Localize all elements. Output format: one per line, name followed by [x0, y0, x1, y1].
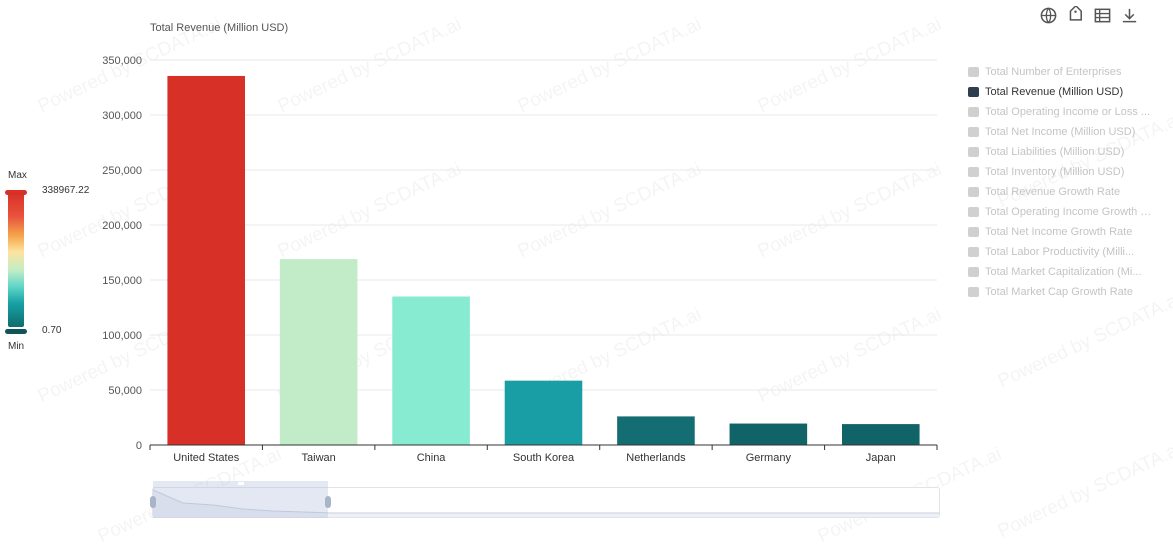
legend-label: Total Operating Income or Loss ...	[985, 106, 1151, 118]
legend-label: Total Net Income Growth Rate	[985, 226, 1133, 238]
x-tick-label: Japan	[866, 452, 896, 464]
download-icon[interactable]	[1120, 6, 1139, 25]
legend-swatch	[968, 187, 979, 197]
data-view-icon[interactable]	[1093, 6, 1112, 25]
bar[interactable]	[841, 424, 920, 445]
bar[interactable]	[167, 75, 246, 445]
y-tick-label: 300,000	[102, 110, 142, 122]
legend-swatch	[968, 107, 979, 117]
legend-label: Total Revenue Growth Rate	[985, 186, 1121, 198]
bar[interactable]	[729, 423, 808, 445]
tag-icon[interactable]	[1066, 4, 1085, 25]
bar-chart: 050,000100,000150,000200,000250,000300,0…	[102, 55, 938, 464]
y-tick-label: 0	[136, 440, 142, 452]
legend-swatch	[968, 147, 979, 157]
legend-label: Total Number of Enterprises	[985, 66, 1122, 78]
data-zoom-left-handle[interactable]	[150, 496, 156, 508]
x-axis: United States Taiwan China South Korea Nethe…	[149, 444, 938, 464]
visual-map-min-handle[interactable]	[5, 329, 27, 334]
legend-swatch	[968, 267, 979, 277]
chart-toolbar	[1039, 4, 1139, 25]
visual-map-max-handle[interactable]	[5, 190, 27, 195]
legend-label: Total Inventory (Million USD)	[985, 166, 1125, 178]
y-tick-label: 350,000	[102, 55, 142, 67]
visual-map-min-label: Min	[8, 341, 25, 352]
visual-map-max-label: Max	[8, 170, 27, 181]
visual-map-max-value: 338967.22	[42, 185, 90, 196]
y-tick-label: 50,000	[108, 385, 142, 397]
legend-swatch	[968, 207, 979, 217]
globe-icon[interactable]	[1039, 6, 1058, 25]
bar[interactable]	[279, 259, 358, 445]
legend-swatch	[968, 167, 979, 177]
x-tick-label: Taiwan	[302, 452, 336, 464]
x-tick-label: Netherlands	[626, 452, 686, 464]
legend-item[interactable]: Total Market Cap Growth Rate	[968, 282, 1168, 302]
watermark: Powered by SCDATA.ai	[995, 289, 1173, 393]
legend-item[interactable]: Total Revenue (Million USD)	[968, 82, 1168, 102]
legend-swatch	[968, 67, 979, 77]
bar[interactable]	[617, 416, 695, 445]
legend-item[interactable]: Total Operating Income or Loss ...	[968, 102, 1168, 122]
data-zoom-grip[interactable]	[238, 482, 244, 485]
x-tick-label: China	[417, 452, 447, 464]
legend-swatch	[968, 227, 979, 237]
legend-label: Total Market Cap Growth Rate	[985, 286, 1133, 298]
grid-lines	[150, 59, 937, 391]
x-tick-label: United States	[173, 452, 240, 464]
bar[interactable]	[392, 296, 470, 446]
legend-label: Total Net Income (Million USD)	[985, 126, 1136, 138]
legend-label: Total Operating Income Growth R...	[985, 206, 1157, 218]
legend-label: Total Revenue (Million USD)	[985, 86, 1124, 98]
x-tick-label: South Korea	[513, 452, 575, 464]
legend-item[interactable]: Total Revenue Growth Rate	[968, 182, 1168, 202]
watermark: Powered by SCDATA.ai	[995, 439, 1173, 543]
legend-swatch	[968, 87, 979, 97]
legend-item[interactable]: Total Inventory (Million USD)	[968, 162, 1168, 182]
bar[interactable]	[504, 380, 583, 445]
legend-item[interactable]: Total Net Income Growth Rate	[968, 222, 1168, 242]
legend-swatch	[968, 287, 979, 297]
visual-map: Max 338967.22 0.70 Min	[0, 168, 110, 358]
legend-label: Total Liabilities (Million USD)	[985, 146, 1125, 158]
legend-swatch	[968, 247, 979, 257]
x-tick-label: Germany	[746, 452, 792, 464]
legend-item[interactable]: Total Market Capitalization (Mi...	[968, 262, 1168, 282]
legend-label: Total Labor Productivity (Milli...	[985, 246, 1135, 258]
legend-item[interactable]: Total Number of Enterprises	[968, 62, 1168, 82]
legend-label: Total Market Capitalization (Mi...	[985, 266, 1142, 278]
legend-item[interactable]: Total Operating Income Growth R...	[968, 202, 1168, 222]
legend-item[interactable]: Total Liabilities (Million USD)	[968, 142, 1168, 162]
legend-swatch	[968, 127, 979, 137]
data-zoom-selection[interactable]	[153, 481, 328, 518]
visual-map-gradient	[8, 193, 24, 327]
legend-item[interactable]: Total Labor Productivity (Milli...	[968, 242, 1168, 262]
data-zoom-right-handle[interactable]	[325, 496, 331, 508]
legend: Total Number of Enterprises Total Revenue…	[968, 62, 1168, 302]
visual-map-min-value: 0.70	[42, 325, 62, 336]
legend-item[interactable]: Total Net Income (Million USD)	[968, 122, 1168, 142]
